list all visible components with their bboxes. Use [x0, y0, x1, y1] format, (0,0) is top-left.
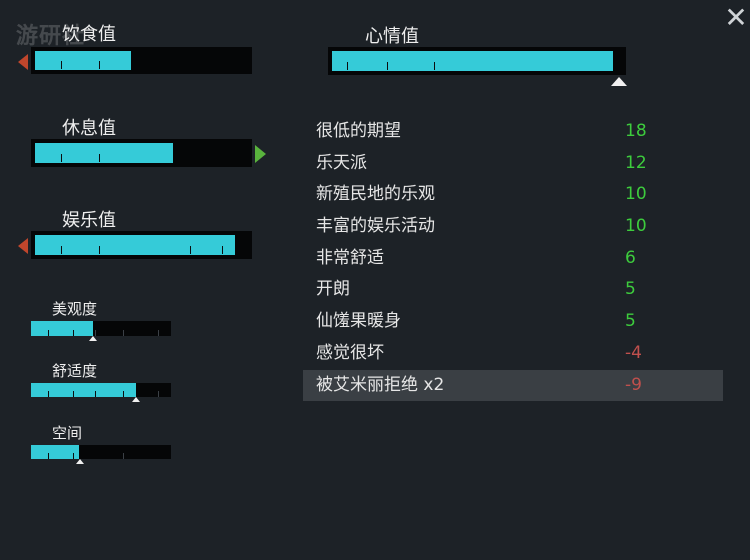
beauty-label: 美观度 [52, 300, 98, 318]
thought-value: 10 [625, 216, 647, 237]
thoughts-list: 很低的期望 18 乐天派 12 新殖民地的乐观 10 丰富的娱乐活动 10 非常舒适 6 开朗 5 仙馐… [303, 116, 723, 402]
mood-label: 心情值 [365, 26, 419, 47]
space-label: 空间 [52, 424, 83, 442]
beauty-bar-fill [31, 321, 93, 336]
thought-label: 开朗 [316, 279, 350, 300]
bar-tick [347, 62, 348, 70]
bar-tick [48, 453, 49, 459]
comfort-threshold-marker [132, 397, 140, 402]
hunger-label: 饮食值 [62, 24, 116, 45]
bar-tick [61, 246, 62, 254]
thought-row[interactable]: 非常舒适 6 [303, 243, 723, 275]
space-threshold-marker [76, 459, 84, 464]
thought-row[interactable]: 新殖民地的乐观 10 [303, 179, 723, 211]
thought-value: -4 [625, 342, 642, 363]
bar-tick [99, 246, 100, 254]
thought-label: 感觉很坏 [316, 342, 384, 363]
bar-tick [95, 391, 96, 397]
comfort-bar-fill [31, 383, 136, 397]
thought-row[interactable]: 很低的期望 18 [303, 116, 723, 148]
bar-tick [99, 61, 100, 69]
bar-tick [222, 246, 223, 254]
thought-label: 很低的期望 [316, 121, 401, 141]
bar-tick [73, 391, 74, 397]
comfort-bar [31, 383, 171, 397]
mood-bar-fill [332, 51, 613, 71]
bar-tick [48, 391, 49, 397]
bar-tick [190, 246, 191, 254]
thought-label: 乐天派 [316, 152, 367, 173]
rest-trend-up-icon [255, 145, 266, 163]
bar-tick [158, 330, 159, 336]
bar-tick [434, 62, 435, 70]
recreation-bar [31, 231, 252, 259]
thought-value: 18 [625, 121, 647, 141]
thought-row[interactable]: 乐天派 12 [303, 148, 723, 180]
thought-row[interactable]: 被艾米丽拒绝 x2 -9 [303, 369, 723, 402]
bar-tick [123, 391, 124, 397]
thought-value: -9 [625, 374, 642, 395]
bar-tick [99, 154, 100, 162]
thought-value: 5 [625, 311, 636, 332]
rest-bar-fill [35, 143, 173, 163]
hunger-trend-down-icon [18, 54, 28, 70]
rest-label: 休息值 [62, 118, 116, 139]
bar-tick [387, 62, 388, 70]
bar-tick [48, 330, 49, 336]
thought-row[interactable]: 开朗 5 [303, 274, 723, 306]
thought-value: 12 [625, 152, 647, 173]
mood-bar [328, 47, 626, 75]
bar-tick [123, 453, 124, 459]
thought-value: 5 [625, 279, 636, 300]
thought-label: 新殖民地的乐观 [316, 184, 435, 205]
bar-tick [61, 154, 62, 162]
hunger-bar-fill [35, 51, 131, 70]
thought-label: 被艾米丽拒绝 x2 [316, 374, 445, 395]
thought-row[interactable]: 仙馐果暖身 5 [303, 306, 723, 338]
thought-label: 仙馐果暖身 [316, 311, 401, 332]
beauty-threshold-marker [88, 336, 97, 341]
comfort-label: 舒适度 [52, 362, 98, 380]
recreation-label: 娱乐值 [62, 210, 116, 231]
thought-row[interactable]: 感觉很坏 -4 [303, 338, 723, 370]
space-bar [31, 445, 171, 459]
recreation-bar-fill [35, 235, 235, 255]
bar-tick [73, 330, 74, 336]
hunger-bar [31, 47, 252, 74]
thought-value: 10 [625, 184, 647, 205]
rest-bar [31, 139, 252, 167]
thought-label: 非常舒适 [316, 247, 384, 268]
thought-row[interactable]: 丰富的娱乐活动 10 [303, 211, 723, 243]
mood-threshold-marker [611, 77, 628, 86]
bar-tick [123, 330, 124, 336]
thought-label: 丰富的娱乐活动 [316, 216, 435, 237]
bar-tick [158, 391, 159, 397]
recreation-trend-down-icon [18, 238, 28, 254]
thought-value: 6 [625, 247, 636, 268]
beauty-bar [31, 321, 171, 336]
space-bar-fill [31, 445, 79, 459]
bar-tick [61, 61, 62, 69]
bar-tick [73, 453, 74, 459]
close-icon[interactable]: ✕ [722, 4, 750, 32]
